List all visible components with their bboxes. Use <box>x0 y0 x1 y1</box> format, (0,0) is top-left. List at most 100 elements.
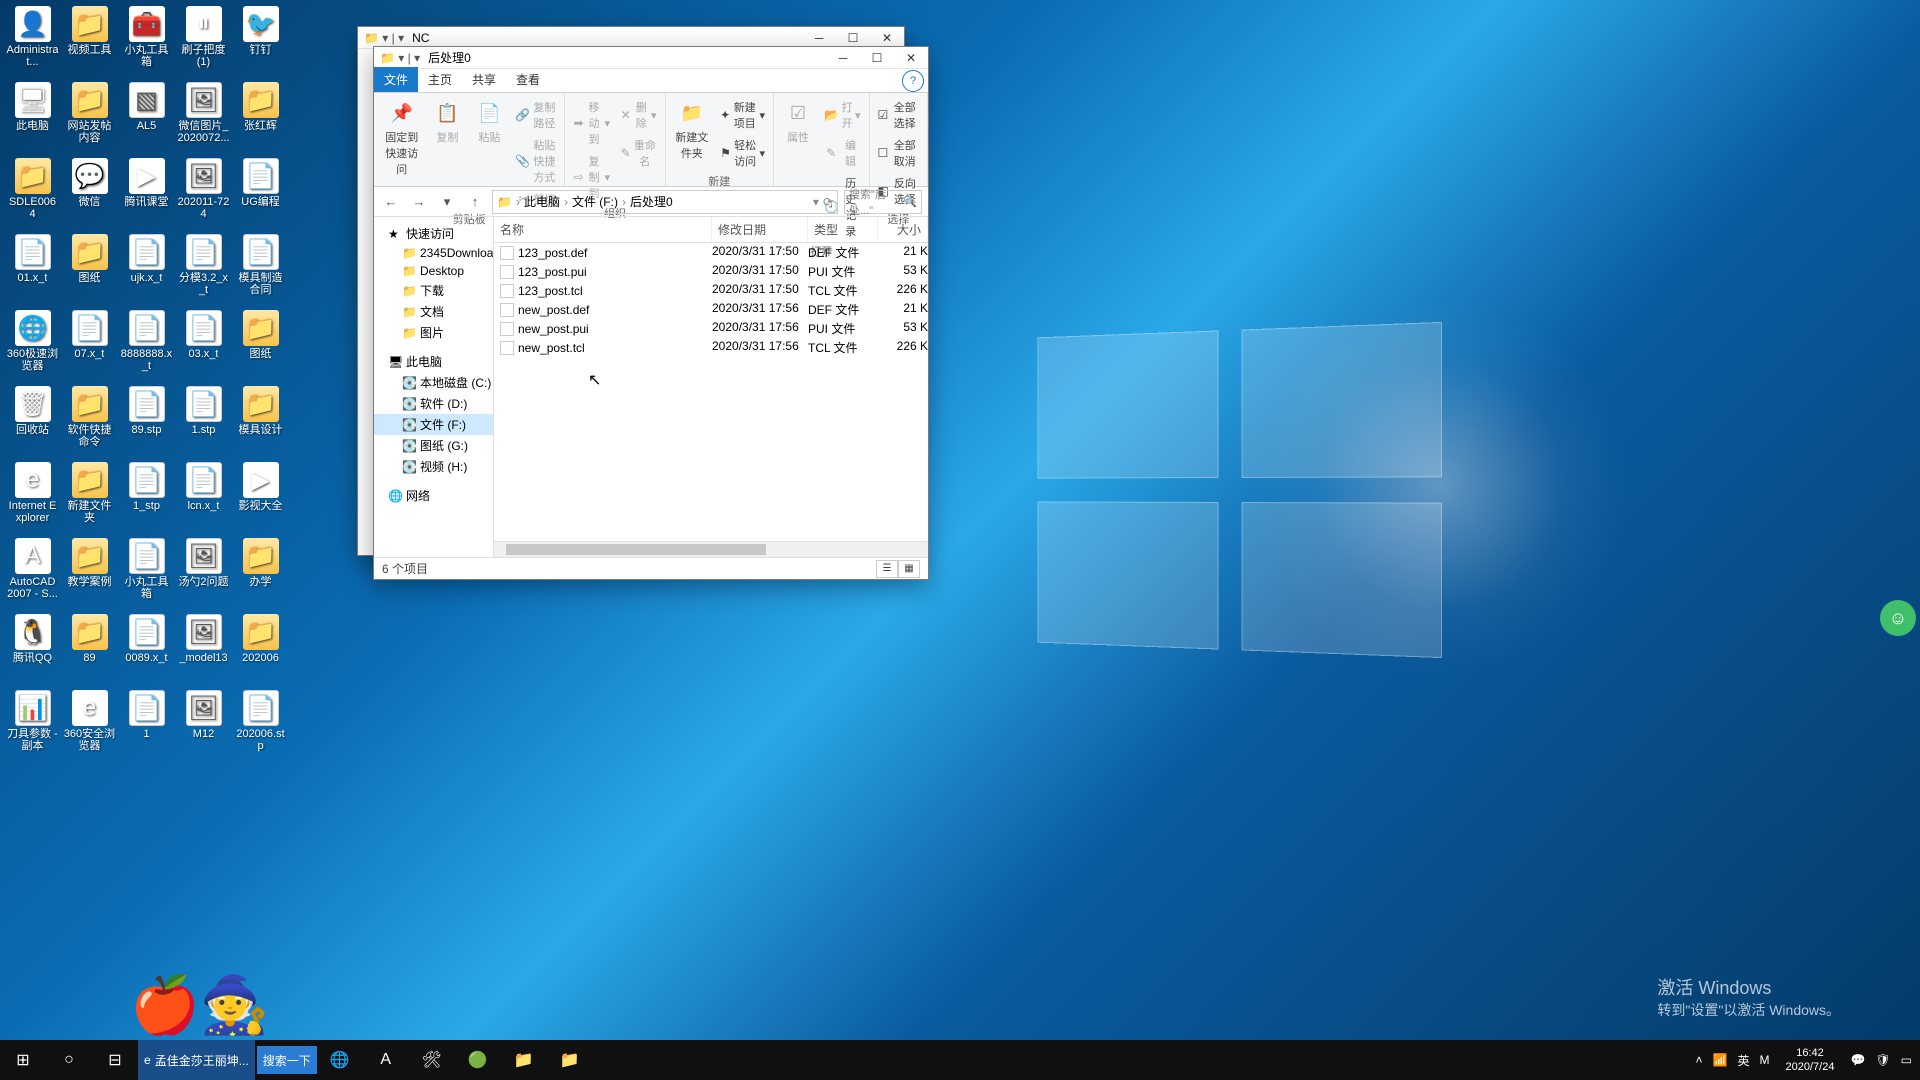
horizontal-scrollbar[interactable] <box>494 541 928 557</box>
desktop-icon[interactable]: 🐦钉钉 <box>232 4 289 80</box>
desktop-icon[interactable]: 📄1.stp <box>175 384 232 460</box>
new-item-button[interactable]: ✦新建项目 ▾ <box>718 97 767 133</box>
forward-button[interactable]: → <box>408 191 430 213</box>
taskbar-app[interactable]: 🛠 <box>409 1040 455 1080</box>
nav-network[interactable]: 🌐网络 <box>374 485 493 506</box>
breadcrumb-item[interactable]: 此电脑 <box>524 193 560 210</box>
select-all-button[interactable]: ☑全部选择 <box>876 97 921 133</box>
clock[interactable]: 16:42 2020/7/24 <box>1780 1046 1841 1074</box>
select-none-button[interactable]: ☐全部取消 <box>876 135 921 171</box>
tab-share[interactable]: 共享 <box>462 67 506 92</box>
refresh-button[interactable]: ⟳ <box>823 195 833 209</box>
nav-quick-access[interactable]: ★快速访问 <box>374 223 493 244</box>
desktop-icon[interactable]: 📁视频工具 <box>61 4 118 80</box>
desktop-icon[interactable]: 📄01.x_t <box>4 232 61 308</box>
file-row[interactable]: 123_post.pui2020/3/31 17:50PUI 文件53 K <box>494 262 928 281</box>
desktop[interactable]: 👤Administrat...📁视频工具🧰小丸工具箱⏸刷子把度(1)🐦钉钉🖥此电… <box>0 0 1920 1040</box>
maximize-button[interactable]: ☐ <box>860 47 894 69</box>
desktop-icon[interactable]: 📄202006.stp <box>232 688 289 764</box>
task-view-button[interactable]: ⊟ <box>92 1040 138 1080</box>
nav-drive[interactable]: 💽视频 (H:) <box>374 456 493 477</box>
nav-drive[interactable]: 💽软件 (D:) <box>374 393 493 414</box>
desktop-icon[interactable]: ▧AL5 <box>118 80 175 156</box>
desktop-icon[interactable]: 🧰小丸工具箱 <box>118 4 175 80</box>
notifications-icon[interactable]: ▭ <box>1901 1053 1912 1067</box>
desktop-icon[interactable]: 📄1_stp <box>118 460 175 536</box>
copy-button[interactable]: 📋复制 <box>429 97 465 147</box>
properties-button[interactable]: ☑属性 <box>780 97 816 147</box>
nav-item[interactable]: 📁Desktop <box>374 262 493 280</box>
desktop-icon[interactable]: 📁图纸 <box>61 232 118 308</box>
desktop-icon[interactable]: 📊刀具参数 - 副本 <box>4 688 61 764</box>
taskbar-browser[interactable]: 🌐 <box>317 1040 363 1080</box>
desktop-icon[interactable]: eInternet Explorer <box>4 460 61 536</box>
desktop-icon[interactable]: 📁张红辉 <box>232 80 289 156</box>
desktop-icon[interactable]: 📁新建文件夹 <box>61 460 118 536</box>
desktop-icon[interactable]: 🖼202011-724 <box>175 156 232 232</box>
rename-button[interactable]: ✎重命名 <box>618 135 659 171</box>
move-to-button[interactable]: ➡移动到 ▾ <box>571 97 612 149</box>
open-button[interactable]: 📂打开 ▾ <box>822 97 863 133</box>
back-button[interactable]: ← <box>380 191 402 213</box>
ime-brand[interactable]: M <box>1760 1053 1770 1067</box>
nav-drive[interactable]: 💽文件 (F:) <box>374 414 493 435</box>
nav-item[interactable]: 📁文档 <box>374 301 493 322</box>
desktop-icon[interactable]: 📄03.x_t <box>175 308 232 384</box>
file-row[interactable]: new_post.pui2020/3/31 17:56PUI 文件53 K <box>494 319 928 338</box>
cortana-button[interactable]: ○ <box>46 1040 92 1080</box>
navigation-pane[interactable]: ★快速访问 📁2345Download📁Desktop📁下载📁文档📁图片 🖥此电… <box>374 217 494 557</box>
desktop-icon[interactable]: AAutoCAD 2007 - S... <box>4 536 61 612</box>
desktop-icon[interactable]: 🖼M12 <box>175 688 232 764</box>
help-button[interactable]: ? <box>902 70 924 92</box>
view-details-button[interactable]: ☰ <box>876 560 898 578</box>
desktop-icon[interactable]: 📄07.x_t <box>61 308 118 384</box>
desktop-icon[interactable]: 📄分模3.2_x_t <box>175 232 232 308</box>
desktop-icon[interactable]: 📄UG编程 <box>232 156 289 232</box>
desktop-icon[interactable]: 📄8888888.x_t <box>118 308 175 384</box>
taskbar-explorer-2[interactable]: 📁 <box>547 1040 593 1080</box>
taskbar-search[interactable]: 搜索一下 <box>257 1046 317 1074</box>
taskbar-360[interactable]: 🟢 <box>455 1040 501 1080</box>
desktop-icon[interactable]: 🖼汤勺2问题 <box>175 536 232 612</box>
copy-path-button[interactable]: 🔗复制路径 <box>513 97 558 133</box>
taskbar-autocad[interactable]: A <box>363 1040 409 1080</box>
delete-button[interactable]: ✕删除 ▾ <box>618 97 659 133</box>
desktop-icon[interactable]: 📄89.stp <box>118 384 175 460</box>
nav-item[interactable]: 📁下载 <box>374 280 493 301</box>
titlebar[interactable]: 📁 ▾ | ▾ 后处理0 ─ ☐ ✕ <box>374 47 928 69</box>
desktop-icon[interactable]: 📄小丸工具箱 <box>118 536 175 612</box>
paste-button[interactable]: 📄粘贴 <box>471 97 507 147</box>
address-dropdown[interactable]: ▾ <box>813 195 819 209</box>
nav-this-pc[interactable]: 🖥此电脑 <box>374 351 493 372</box>
col-name[interactable]: 名称 <box>494 217 712 242</box>
file-row[interactable]: 123_post.def2020/3/31 17:50DEF 文件21 K <box>494 243 928 262</box>
col-type[interactable]: 类型 <box>808 217 878 242</box>
address-bar[interactable]: 📁 › 此电脑› 文件 (F:)› 后处理0 ▾ ⟳ <box>492 190 838 214</box>
system-tray[interactable]: ˄ 📶 英 M 16:42 2020/7/24 💬 🛡 ▭ <box>1688 1046 1920 1074</box>
pin-button[interactable]: 📌固定到快速访问 <box>380 97 423 179</box>
desktop-icon[interactable]: 📁办学 <box>232 536 289 612</box>
security-icon[interactable]: 🛡 <box>1875 1053 1890 1067</box>
desktop-icon[interactable]: 🖼_model13 <box>175 612 232 688</box>
desktop-icon[interactable]: 📄lcn.x_t <box>175 460 232 536</box>
start-button[interactable]: ⊞ <box>0 1040 46 1080</box>
taskbar[interactable]: ⊞ ○ ⊟ e 孟佳金莎王丽坤... 搜索一下 🌐 A 🛠 🟢 📁 📁 ˄ 📶 … <box>0 1040 1920 1080</box>
desktop-icon[interactable]: 📄ujk.x_t <box>118 232 175 308</box>
up-button[interactable]: ↑ <box>464 191 486 213</box>
nav-item[interactable]: 📁2345Download <box>374 244 493 262</box>
desktop-icon[interactable]: ▶腾讯课堂 <box>118 156 175 232</box>
desktop-icon[interactable]: 🖥此电脑 <box>4 80 61 156</box>
new-folder-button[interactable]: 📁新建文件夹 <box>672 97 713 163</box>
close-button[interactable]: ✕ <box>894 47 928 69</box>
recent-dropdown[interactable]: ▾ <box>436 191 458 213</box>
tab-file[interactable]: 文件 <box>374 67 418 92</box>
desktop-icon[interactable]: 📁89 <box>61 612 118 688</box>
view-icons-button[interactable]: ▦ <box>898 560 920 578</box>
minimize-button[interactable]: ─ <box>826 47 860 69</box>
file-row[interactable]: 123_post.tcl2020/3/31 17:50TCL 文件226 K <box>494 281 928 300</box>
nav-drive[interactable]: 💽图纸 (G:) <box>374 435 493 456</box>
file-list[interactable]: 名称 修改日期 类型 大小 123_post.def2020/3/31 17:5… <box>494 217 928 557</box>
col-date[interactable]: 修改日期 <box>712 217 808 242</box>
nav-item[interactable]: 📁图片 <box>374 322 493 343</box>
desktop-icon[interactable]: 👤Administrat... <box>4 4 61 80</box>
